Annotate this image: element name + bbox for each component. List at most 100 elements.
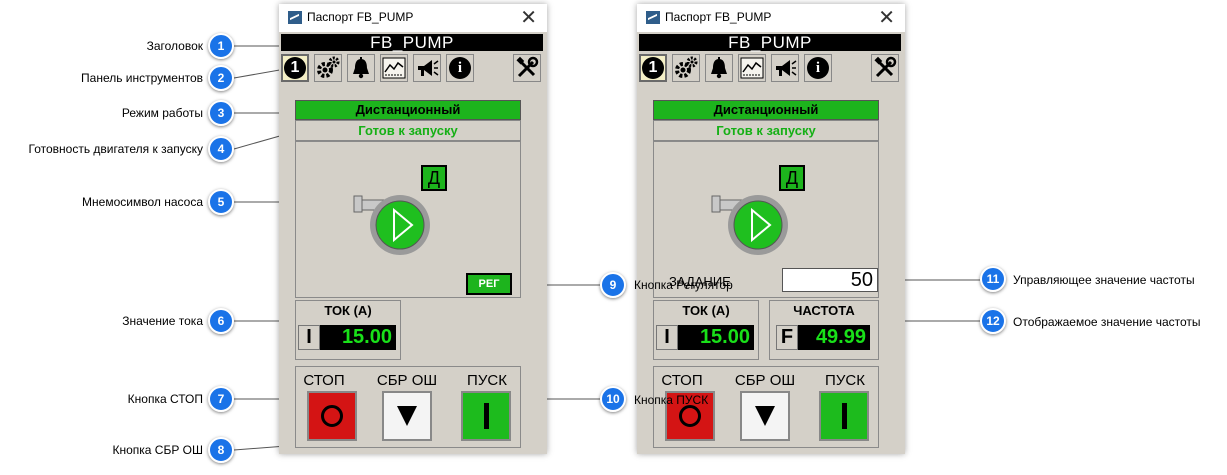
info-icon: i (807, 57, 829, 79)
frequency-letter: F (776, 325, 798, 350)
pump-faceplate-window-right: Паспорт FB_PUMP ✕ FB_PUMP 1 i Дистанцион… (637, 4, 905, 454)
toolbar-trends-button[interactable] (380, 54, 408, 82)
current-value: 15.00 (678, 325, 754, 350)
current-letter: I (656, 325, 678, 350)
pump-icon[interactable] (352, 192, 432, 262)
callout-label-12: Отображаемое значение частоты (1013, 315, 1201, 329)
current-value: 15.00 (320, 325, 396, 350)
motor-ready-indicator: Готов к запуску (295, 120, 521, 141)
window-title: Паспорт FB_PUMP (307, 10, 414, 24)
command-group: СТОП СБР ОШ ПУСК (295, 366, 521, 448)
toolbar-main-button[interactable]: 1 (281, 54, 309, 82)
callout-badge-11: 11 (980, 266, 1006, 292)
stop-circle-icon (321, 405, 343, 427)
callout-badge-12: 12 (980, 308, 1006, 334)
stop-label: СТОП (303, 372, 345, 389)
callout-badge-9: 9 (600, 272, 626, 298)
megaphone-icon (776, 60, 797, 76)
pump-faceplate-window-left: Паспорт FB_PUMP ✕ FB_PUMP 1 i Дистанцион… (279, 4, 547, 454)
remote-mode-badge: Д (779, 165, 805, 191)
toolbar-settings-button[interactable] (314, 54, 342, 82)
callout-label-7: Кнопка СТОП (127, 392, 203, 406)
current-group: ТОК (А) I 15.00 (295, 300, 401, 360)
start-bar-icon (483, 403, 489, 429)
toolbar-trends-button[interactable] (738, 54, 766, 82)
megaphone-icon (418, 60, 439, 76)
start-label: ПУСК (467, 372, 507, 389)
app-icon (646, 11, 660, 24)
callout-label-5: Мнемосимвол насоса (82, 195, 203, 209)
window-title: Паспорт FB_PUMP (665, 10, 772, 24)
window-titlebar: Паспорт FB_PUMP ✕ (637, 4, 905, 32)
current-display: I 15.00 (656, 325, 754, 350)
callout-badge-5: 5 (208, 189, 234, 215)
callout-badge-3: 3 (208, 100, 234, 126)
toolbar-settings-button[interactable] (672, 54, 700, 82)
window-titlebar: Паспорт FB_PUMP ✕ (279, 4, 547, 32)
callout-badge-10: 10 (600, 386, 626, 412)
callout-label-3: Режим работы (121, 106, 203, 120)
remote-mode-badge: Д (421, 165, 447, 191)
callout-label-6: Значение тока (122, 314, 203, 328)
current-group: ТОК (А) I 15.00 (653, 300, 759, 360)
pump-mnemonic-area: Д РЕГ (295, 141, 521, 298)
stop-circle-icon (679, 405, 701, 427)
command-group: СТОП СБР ОШ ПУСК (653, 366, 879, 448)
callout-badge-2: 2 (208, 65, 234, 91)
toolbar-service-button[interactable] (513, 54, 541, 82)
toolbar-info-button[interactable]: i (804, 54, 832, 82)
faceplate-header: FB_PUMP (281, 34, 543, 51)
reset-button[interactable] (382, 391, 432, 441)
stop-button[interactable] (307, 391, 357, 441)
callout-label-11: Управляющее значение частоты (1013, 273, 1195, 287)
triangle-down-icon (755, 406, 775, 426)
operating-mode-indicator: Дистанционный (653, 100, 879, 120)
info-icon: i (449, 57, 471, 79)
frequency-group-title: ЧАСТОТА (793, 303, 855, 318)
toolbar-alarms-button[interactable] (705, 54, 733, 82)
callout-badge-4: 4 (208, 136, 234, 162)
regulator-button[interactable]: РЕГ (466, 273, 512, 295)
tools-icon (874, 56, 897, 78)
toolbar-main-button[interactable]: 1 (639, 54, 667, 82)
triangle-down-icon (397, 406, 417, 426)
callout-label-1: Заголовок (146, 39, 203, 53)
tools-icon (516, 56, 539, 78)
frequency-value: 49.99 (798, 325, 870, 350)
callout-label-4: Готовность двигателя к запуску (28, 142, 203, 156)
toolbar: 1 i (281, 54, 543, 84)
close-icon[interactable]: ✕ (878, 5, 895, 30)
toolbar-service-button[interactable] (871, 54, 899, 82)
bell-icon (711, 57, 727, 79)
toolbar-messages-button[interactable] (771, 54, 799, 82)
start-button[interactable] (819, 391, 869, 441)
reset-button[interactable] (740, 391, 790, 441)
callout-badge-1: 1 (208, 33, 234, 59)
toolbar-info-button[interactable]: i (446, 54, 474, 82)
number-1-icon: 1 (284, 57, 306, 79)
faceplate-header: FB_PUMP (639, 34, 901, 51)
app-icon (288, 11, 302, 24)
toolbar: 1 i (639, 54, 901, 84)
bell-icon (353, 57, 369, 79)
toolbar-messages-button[interactable] (413, 54, 441, 82)
pump-icon[interactable] (710, 192, 790, 262)
operating-mode-indicator: Дистанционный (295, 100, 521, 120)
frequency-display: F 49.99 (776, 325, 870, 350)
callout-label-10: Кнопка ПУСК (634, 393, 709, 407)
current-group-title: ТОК (А) (324, 303, 372, 318)
frequency-setpoint-input[interactable]: 50 (782, 268, 878, 292)
current-letter: I (298, 325, 320, 350)
trend-chart-icon (740, 57, 764, 79)
reset-label: СБР ОШ (734, 372, 796, 389)
toolbar-alarms-button[interactable] (347, 54, 375, 82)
current-display: I 15.00 (298, 325, 396, 350)
frequency-group: ЧАСТОТА F 49.99 (769, 300, 879, 360)
current-group-title: ТОК (А) (682, 303, 730, 318)
close-icon[interactable]: ✕ (520, 5, 537, 30)
callout-badge-8: 8 (208, 437, 234, 463)
start-button[interactable] (461, 391, 511, 441)
number-1-icon: 1 (642, 57, 664, 79)
callout-label-2: Панель инструментов (81, 71, 203, 85)
callout-badge-7: 7 (208, 386, 234, 412)
